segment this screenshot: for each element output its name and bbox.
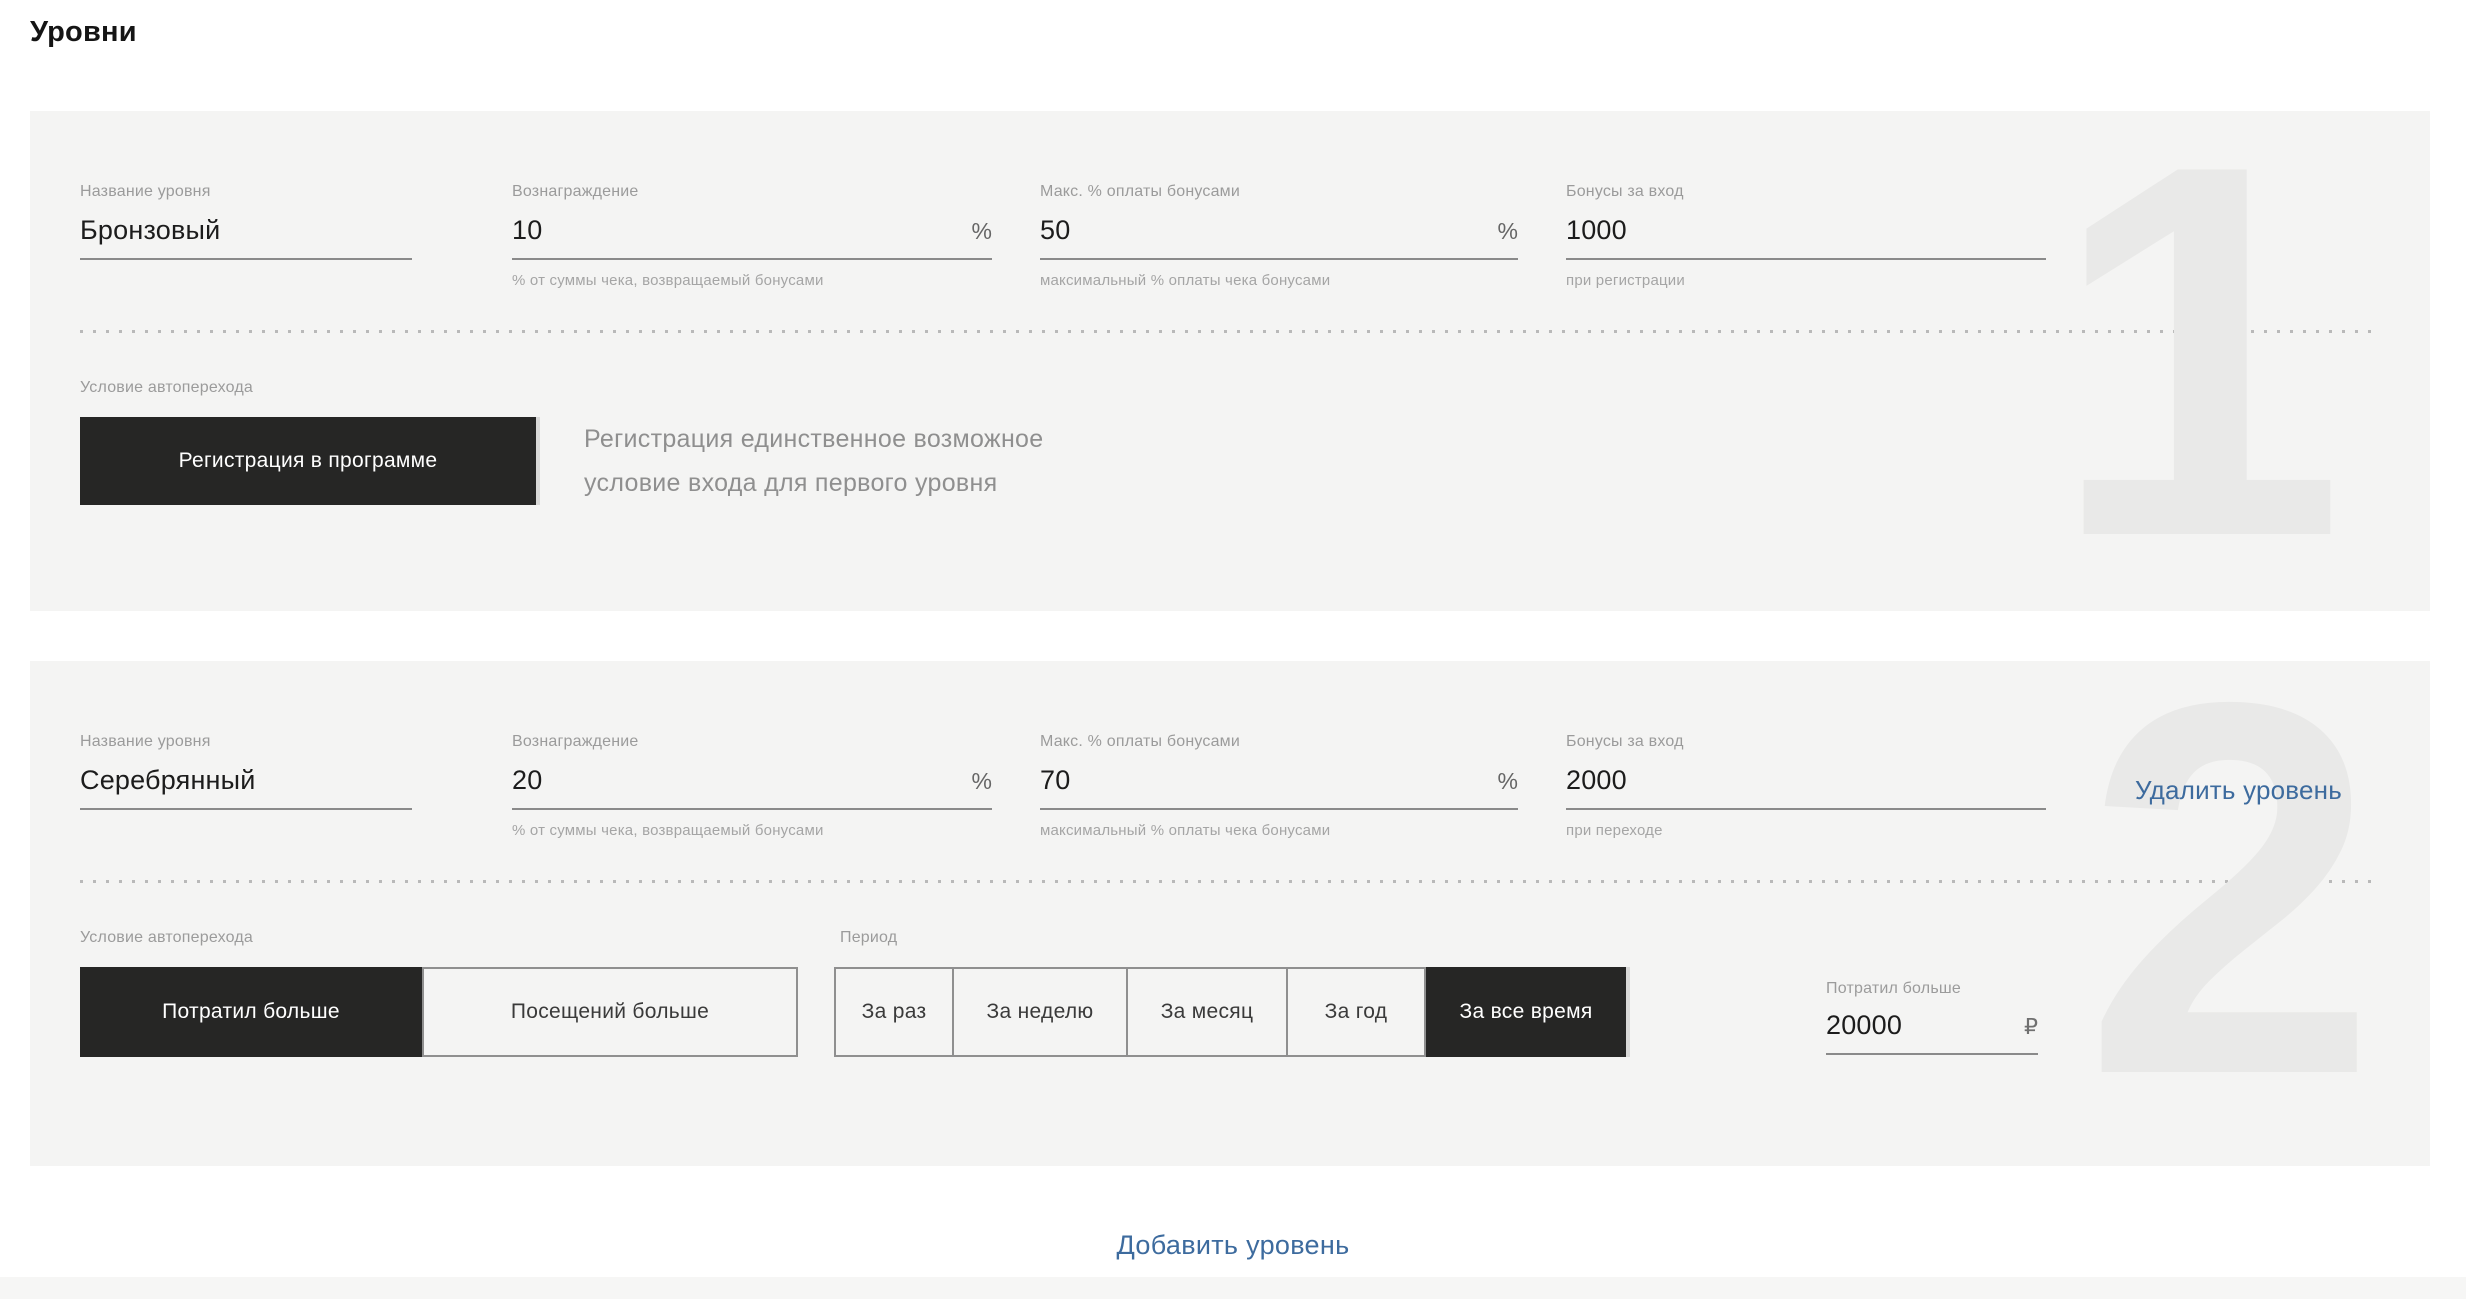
level-name-input[interactable] <box>80 765 412 796</box>
auto-transition-label: Условие автоперехода <box>80 379 2375 397</box>
period-group: Период За раз За неделю За месяц За год … <box>834 929 1626 1057</box>
dotted-divider <box>80 330 2375 333</box>
reward-input[interactable] <box>512 215 964 246</box>
level-name-label: Название уровня <box>80 733 412 751</box>
entry-bonus-helper: при переходе <box>1566 822 2046 840</box>
field-reward: Вознаграждение % % от суммы чека, возвра… <box>512 183 992 290</box>
spent-more-label: Потратил больше <box>1826 980 2038 998</box>
field-level-name: Название уровня <box>80 183 412 290</box>
period-option-once[interactable]: За раз <box>834 967 954 1057</box>
registration-condition-button[interactable]: Регистрация в программе <box>80 417 536 505</box>
reward-helper: % от суммы чека, возвращаемый бонусами <box>512 272 992 290</box>
add-level-row: Добавить уровень <box>0 1230 2466 1261</box>
level-2-fields: Название уровня Вознаграждение % % от су… <box>80 661 2375 840</box>
percent-suffix: % <box>964 768 992 795</box>
entry-bonus-input[interactable] <box>1566 765 2046 796</box>
level-1-fields: Название уровня Вознаграждение % % от су… <box>80 111 2375 290</box>
auto-transition-group: Условие автоперехода Потратил больше Пос… <box>80 929 798 1057</box>
period-segmented-control: За раз За неделю За месяц За год За все … <box>834 967 1626 1057</box>
level-1-condition-section: Условие автоперехода Регистрация в прогр… <box>80 379 2375 505</box>
condition-note: Регистрация единственное возможное услов… <box>584 417 1043 505</box>
level-2-condition-section: Условие автоперехода Потратил больше Пос… <box>80 929 2375 1057</box>
page-title: Уровни <box>30 16 2466 49</box>
auto-transition-label: Условие автоперехода <box>80 929 798 947</box>
field-entry-bonus: Бонусы за вход при переходе <box>1566 733 2046 840</box>
field-reward: Вознаграждение % % от суммы чека, возвра… <box>512 733 992 840</box>
max-bonus-pay-input[interactable] <box>1040 765 1490 796</box>
field-entry-bonus: Бонусы за вход при регистрации <box>1566 183 2046 290</box>
period-option-alltime[interactable]: За все время <box>1426 967 1626 1057</box>
max-bonus-pay-helper: максимальный % оплаты чека бонусами <box>1040 822 1518 840</box>
period-option-month[interactable]: За месяц <box>1126 967 1288 1057</box>
percent-suffix: % <box>1490 768 1518 795</box>
entry-bonus-input[interactable] <box>1566 215 2046 246</box>
max-bonus-pay-helper: максимальный % оплаты чека бонусами <box>1040 272 1518 290</box>
condition-note-line2: условие входа для первого уровня <box>584 461 1043 505</box>
percent-suffix: % <box>1490 218 1518 245</box>
reward-label: Вознаграждение <box>512 183 992 201</box>
max-bonus-pay-label: Макс. % оплаты бонусами <box>1040 733 1518 751</box>
add-level-link[interactable]: Добавить уровень <box>1117 1230 1350 1260</box>
period-option-year[interactable]: За год <box>1286 967 1426 1057</box>
field-spent-more: Потратил больше ₽ <box>1826 980 2038 1057</box>
condition-option-spent-more[interactable]: Потратил больше <box>80 967 422 1057</box>
ruble-suffix: ₽ <box>2016 1014 2038 1040</box>
percent-suffix: % <box>964 218 992 245</box>
max-bonus-pay-label: Макс. % оплаты бонусами <box>1040 183 1518 201</box>
level-name-label: Название уровня <box>80 183 412 201</box>
condition-segmented-control: Потратил больше Посещений больше <box>80 967 798 1057</box>
entry-bonus-helper: при регистрации <box>1566 272 2046 290</box>
reward-input[interactable] <box>512 765 964 796</box>
condition-note-line1: Регистрация единственное возможное <box>584 417 1043 461</box>
reward-label: Вознаграждение <box>512 733 992 751</box>
spent-more-input[interactable] <box>1826 1010 2016 1041</box>
level-card-1: 1 Название уровня Вознаграждение % % от … <box>30 111 2430 611</box>
field-max-bonus-pay: Макс. % оплаты бонусами % максимальный %… <box>1040 733 1518 840</box>
period-label: Период <box>840 929 1626 947</box>
condition-option-more-visits[interactable]: Посещений больше <box>422 967 798 1057</box>
entry-bonus-label: Бонусы за вход <box>1566 733 2046 751</box>
max-bonus-pay-input[interactable] <box>1040 215 1490 246</box>
level-name-input[interactable] <box>80 215 412 246</box>
field-max-bonus-pay: Макс. % оплаты бонусами % максимальный %… <box>1040 183 1518 290</box>
reward-helper: % от суммы чека, возвращаемый бонусами <box>512 822 992 840</box>
dotted-divider <box>80 880 2375 883</box>
period-option-week[interactable]: За неделю <box>952 967 1128 1057</box>
entry-bonus-label: Бонусы за вход <box>1566 183 2046 201</box>
level-card-2: 2 Удалить уровень Название уровня Вознаг… <box>30 661 2430 1166</box>
field-level-name: Название уровня <box>80 733 412 840</box>
